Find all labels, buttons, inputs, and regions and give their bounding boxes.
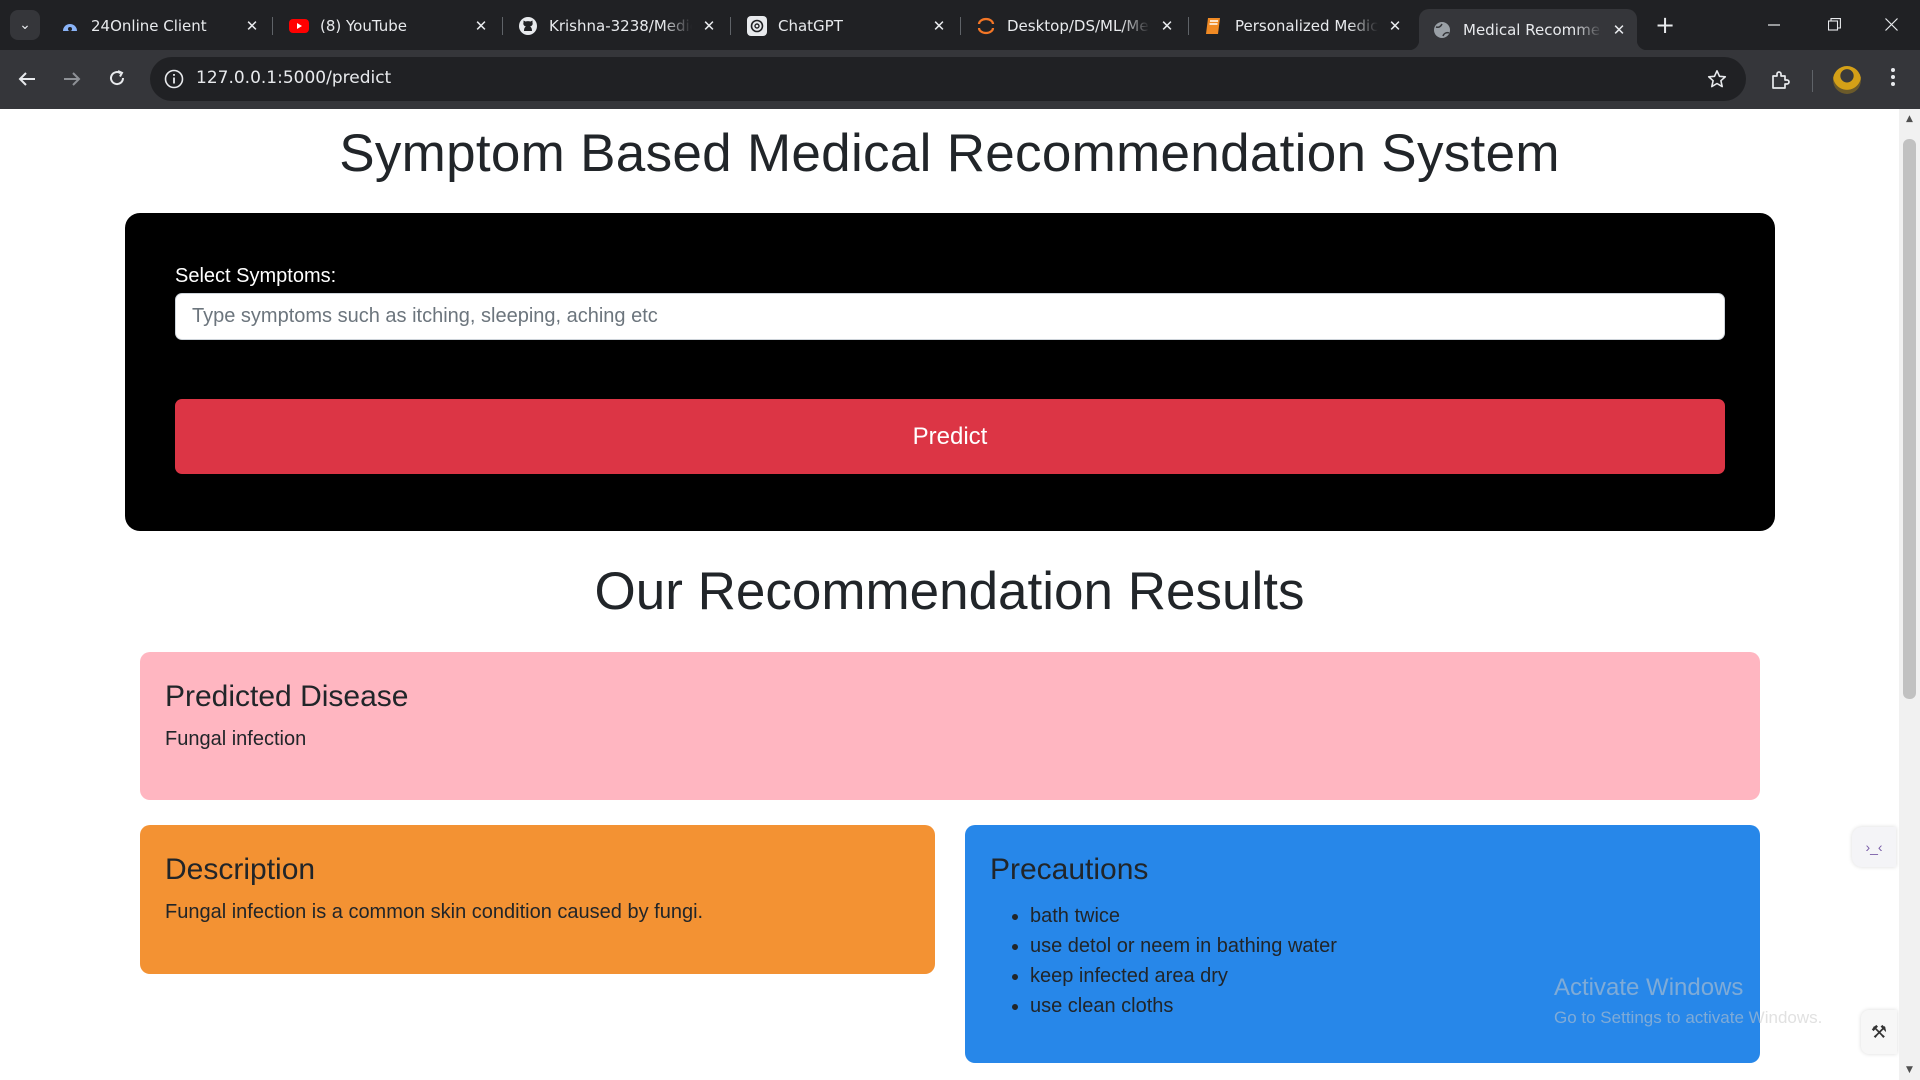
list-item: keep infected area dry [1030,961,1735,991]
tab-title: ChatGPT [778,16,843,35]
youtube-icon [289,16,309,36]
predict-button[interactable]: Predict [175,399,1725,474]
scroll-down-icon[interactable]: ▼ [1899,1060,1920,1080]
chevron-down-icon: ⌄ [19,17,31,33]
close-icon[interactable]: ✕ [1384,15,1406,37]
card-heading: Predicted Disease [165,680,409,713]
tab-github[interactable]: Krishna-3238/Medical-Recommendation ✕ [505,9,727,42]
github-icon [518,16,538,36]
tab-24online[interactable]: 24Online Client ✕ [47,9,270,42]
more-vert-icon [1890,67,1896,93]
results-title: Our Recommendation Results [594,562,1305,621]
symptoms-label: Select Symptoms: [175,265,337,287]
globe-icon [1432,20,1452,40]
reload-icon [108,68,126,93]
list-item: use detol or neem in bathing water [1030,931,1735,961]
close-icon[interactable]: ✕ [470,15,492,37]
tab-medical-recommendation[interactable]: Medical Recommendation ✕ [1409,9,1647,50]
bookmark-star-icon[interactable] [1704,66,1730,92]
list-item: use clean cloths [1030,991,1735,1021]
precautions-card: Precautions bath twice use detol or neem… [965,825,1760,1063]
tab-title: Krishna-3238/Medical-Recommendation [549,16,692,35]
browser-toolbar: 127.0.0.1:5000/predict [0,50,1920,109]
tab-jupyter[interactable]: Desktop/DS/ML/Medical ✕ [963,9,1185,42]
profile-avatar[interactable] [1833,66,1861,94]
tab-separator [730,17,731,35]
close-icon[interactable]: ✕ [1608,19,1630,41]
scroll-up-icon[interactable]: ▲ [1899,109,1920,129]
minimize-icon [1768,16,1780,35]
list-item: bath twice [1030,901,1735,931]
symptom-form: Select Symptoms: Predict [125,213,1775,531]
tab-title: (8) YouTube [320,16,408,35]
restore-icon [1827,16,1841,35]
toolbar-divider [1812,70,1813,92]
close-icon[interactable]: ✕ [1156,15,1178,37]
url-text: 127.0.0.1:5000/predict [196,68,392,88]
extensions-icon[interactable] [1766,66,1794,94]
chatgpt-icon [747,15,767,36]
jupyter-icon [976,16,996,36]
close-icon[interactable]: ✕ [698,15,720,37]
24online-icon [60,16,80,36]
tab-chatgpt[interactable]: ChatGPT ✕ [734,9,957,42]
tab-personalized-medical[interactable]: Personalized Medical ✕ [1191,9,1413,42]
plus-icon: + [1654,11,1676,39]
page-scrollbar[interactable]: ▲ ▼ [1899,109,1920,1080]
predicted-disease-card: Predicted Disease Fungal infection [140,652,1760,800]
arrow-left-icon [18,68,36,93]
tool-icon: ⚒ [1870,1021,1888,1042]
info-icon[interactable] [162,67,186,91]
close-icon[interactable]: ✕ [241,15,263,37]
tab-separator [960,17,961,35]
scroll-thumb[interactable] [1903,139,1916,699]
card-heading: Precautions [990,853,1149,886]
book-icon [1204,16,1224,36]
side-extension-widget[interactable]: ⚒ [1861,1010,1897,1054]
tab-separator [1188,17,1189,35]
side-extension-widget[interactable]: ›_‹ [1852,827,1896,867]
tab-separator [502,17,503,35]
tab-title: Desktop/DS/ML/Medical [1007,16,1150,35]
tab-title: Medical Recommendation [1463,20,1602,39]
minimize-button[interactable] [1745,0,1803,50]
tab-search-button[interactable]: ⌄ [10,10,40,40]
chat-widget-icon: ›_‹ [1865,839,1883,855]
restore-button[interactable] [1805,0,1863,50]
tab-title: Personalized Medical [1235,16,1378,35]
reload-button[interactable] [99,62,135,98]
predicted-disease-text: Fungal infection [165,728,307,750]
tab-title: 24Online Client [91,16,207,35]
card-heading: Description [165,853,316,886]
description-text: Fungal infection is a common skin condit… [165,901,704,923]
tab-separator [272,17,273,35]
symptoms-input[interactable] [175,293,1725,340]
page-title: Symptom Based Medical Recommendation Sys… [339,124,1560,183]
close-icon[interactable]: ✕ [928,15,950,37]
description-card: Description Fungal infection is a common… [140,825,935,974]
address-bar[interactable]: 127.0.0.1:5000/predict [150,57,1746,101]
new-tab-button[interactable]: + [1650,10,1680,40]
browser-menu-button[interactable] [1878,64,1908,96]
arrow-right-icon [63,68,81,93]
tab-strip: ⌄ 24Online Client ✕ (8) YouTube ✕ Krishn… [0,0,1920,50]
close-window-button[interactable] [1862,0,1920,50]
page-viewport: Symptom Based Medical Recommendation Sys… [0,109,1899,1080]
back-button[interactable] [9,62,45,98]
tab-youtube[interactable]: (8) YouTube ✕ [276,9,499,42]
precautions-list: bath twice use detol or neem in bathing … [990,901,1735,1021]
close-icon [1884,16,1898,35]
forward-button[interactable] [54,62,90,98]
